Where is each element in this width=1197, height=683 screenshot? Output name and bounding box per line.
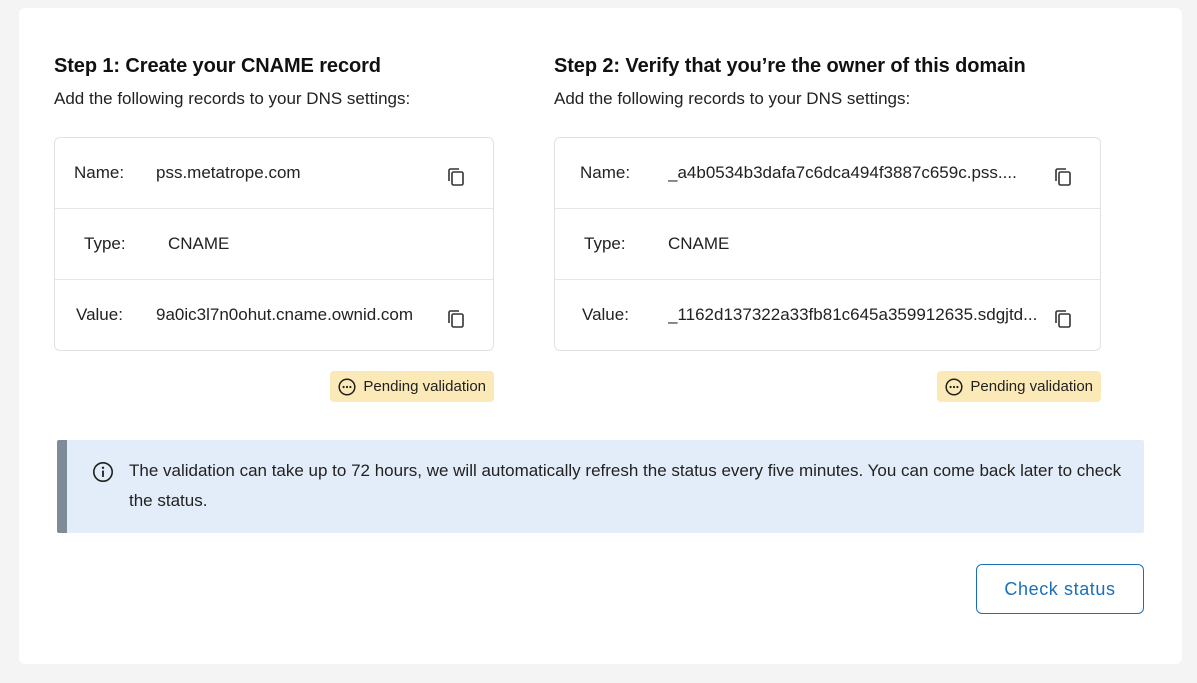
value-label: Value: bbox=[76, 305, 123, 324]
record-row-name: Name: _a4b0534b3dafa7c6dca494f3887c659c.… bbox=[555, 138, 1100, 209]
name-value: pss.metatrope.com bbox=[156, 163, 301, 182]
step-2-subtitle: Add the following records to your DNS se… bbox=[554, 89, 911, 108]
info-banner: The validation can take up to 72 hours, … bbox=[57, 440, 1144, 533]
record-row-name: Name: pss.metatrope.com bbox=[55, 138, 493, 209]
record-row-value: Value: _1162d137322a33fb81c645a359912635… bbox=[555, 280, 1100, 350]
copy-value-icon[interactable] bbox=[447, 309, 465, 329]
pending-dots-icon bbox=[338, 377, 356, 396]
copy-name-icon[interactable] bbox=[1054, 167, 1072, 187]
pending-validation-label: Pending validation bbox=[970, 378, 1093, 395]
value-value: _1162d137322a33fb81c645a359912635.sdgjtd… bbox=[668, 305, 1038, 324]
pending-dots-icon bbox=[945, 377, 963, 396]
info-message: The validation can take up to 72 hours, … bbox=[129, 461, 1122, 510]
pending-validation-badge: Pending validation bbox=[937, 371, 1101, 402]
name-value: _a4b0534b3dafa7c6dca494f3887c659c.pss...… bbox=[668, 163, 1017, 182]
name-label: Name: bbox=[580, 163, 631, 182]
domain-setup-card: Step 1: Create your CNAME record Add the… bbox=[19, 8, 1182, 664]
info-icon bbox=[92, 461, 114, 483]
step-1-section: Step 1: Create your CNAME record Add the… bbox=[54, 54, 494, 402]
step-1-records-table: Name: pss.metatrope.com Type: CNAME Valu… bbox=[54, 137, 494, 351]
value-label: Value: bbox=[582, 305, 629, 324]
type-label: Type: bbox=[84, 234, 126, 253]
step-2-records-table: Name: _a4b0534b3dafa7c6dca494f3887c659c.… bbox=[554, 137, 1101, 351]
record-row-value: Value: 9a0ic3l7n0ohut.cname.ownid.com bbox=[55, 280, 493, 350]
step-2-section: Step 2: Verify that you’re the owner of … bbox=[554, 54, 1101, 402]
copy-value-icon[interactable] bbox=[1054, 309, 1072, 329]
type-value: CNAME bbox=[668, 234, 730, 253]
copy-name-icon[interactable] bbox=[447, 167, 465, 187]
record-row-type: Type: CNAME bbox=[555, 209, 1100, 280]
step-2-title: Step 2: Verify that you’re the owner of … bbox=[554, 55, 1026, 77]
type-value: CNAME bbox=[168, 234, 230, 253]
pending-validation-label: Pending validation bbox=[363, 378, 486, 395]
record-row-type: Type: CNAME bbox=[55, 209, 493, 280]
value-value: 9a0ic3l7n0ohut.cname.ownid.com bbox=[156, 305, 414, 324]
name-label: Name: bbox=[74, 163, 125, 182]
step-1-subtitle: Add the following records to your DNS se… bbox=[54, 89, 411, 108]
step-1-title: Step 1: Create your CNAME record bbox=[54, 55, 381, 77]
check-status-button[interactable]: Check status bbox=[976, 564, 1144, 614]
pending-validation-badge: Pending validation bbox=[330, 371, 494, 402]
type-label: Type: bbox=[584, 234, 626, 253]
